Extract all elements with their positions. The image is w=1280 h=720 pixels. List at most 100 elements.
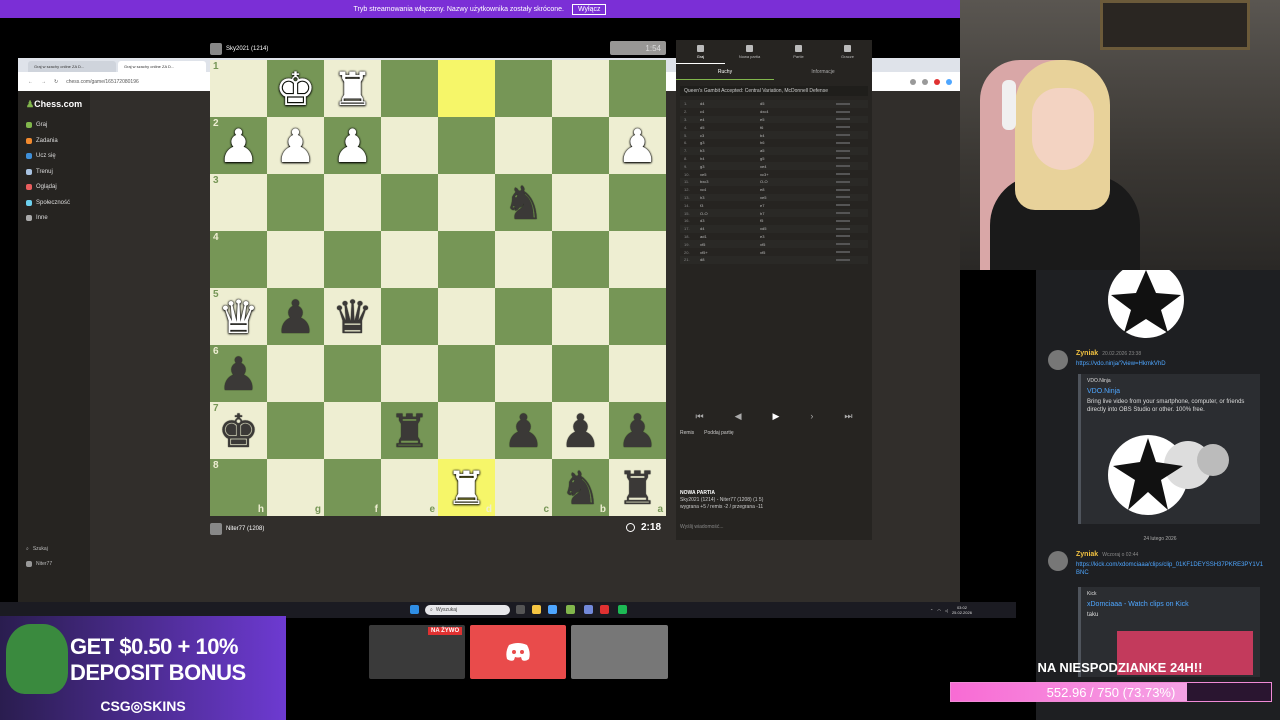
disable-streaming-button[interactable]: Wyłącz (571, 3, 607, 15)
embed-title[interactable]: xDomciaaa - Watch clips on Kick (1087, 601, 1254, 608)
move-san[interactable]: xe4 (756, 164, 816, 169)
board-square[interactable]: 1 (210, 60, 267, 117)
move-san[interactable]: g5 (756, 156, 816, 161)
black-pawn-icon[interactable]: ♟ (560, 408, 601, 454)
obs-icon[interactable] (600, 605, 609, 614)
tray-arrow-icon[interactable]: ⌃ (930, 608, 933, 613)
task-view-icon[interactable] (516, 605, 525, 614)
board-square[interactable] (267, 402, 324, 459)
black-pawn-icon[interactable]: ♟ (275, 294, 316, 340)
avatar[interactable] (1048, 350, 1068, 370)
move-san[interactable]: h4 (694, 156, 756, 161)
tab-info[interactable]: Informacje (774, 66, 872, 80)
black-king-icon[interactable]: ♚ (218, 408, 259, 454)
extension-icon[interactable] (934, 78, 940, 85)
board-square[interactable] (495, 288, 552, 345)
move-san[interactable]: h7 (756, 211, 816, 216)
move-san[interactable]: d5 (694, 125, 756, 130)
move-san[interactable]: e7 (756, 203, 816, 208)
extension-icon[interactable] (910, 78, 916, 85)
first-move-icon[interactable]: ⏮ (695, 411, 703, 422)
discord-icon[interactable] (584, 605, 593, 614)
board-square[interactable]: f (324, 459, 381, 516)
wifi-icon[interactable]: ◠ (937, 608, 941, 613)
message-link[interactable]: https://kick.com/xdomciaaa/clips/clip_01… (1076, 562, 1266, 578)
board-square[interactable] (609, 231, 666, 288)
next-move-icon[interactable]: › (810, 411, 813, 421)
chess-logo[interactable]: ♟Chess.com (26, 99, 82, 110)
board-square[interactable] (324, 174, 381, 231)
white-pawn-icon[interactable]: ♟ (332, 123, 373, 169)
board-square[interactable]: 7 ♚ (210, 402, 267, 459)
avatar[interactable] (1048, 551, 1068, 571)
white-rook-icon[interactable]: ♜ (446, 465, 487, 511)
move-san[interactable]: e5 (756, 117, 816, 122)
board-square[interactable] (609, 60, 666, 117)
board-square[interactable]: ♛ (324, 288, 381, 345)
sidebar-item-4[interactable]: Oglądaj (26, 181, 86, 193)
move-san[interactable]: xe5 (756, 195, 816, 200)
windows-start-icon[interactable] (410, 605, 419, 614)
board-square[interactable]: 3 (210, 174, 267, 231)
board-square[interactable]: ♜ (324, 60, 381, 117)
board-square[interactable]: ♟ (609, 402, 666, 459)
reload-icon[interactable]: ↻ (54, 79, 58, 85)
board-square[interactable]: ♜ (381, 402, 438, 459)
board-square[interactable]: 6 ♟ (210, 345, 267, 402)
move-san[interactable]: g3 (694, 140, 756, 145)
board-square[interactable]: 4 (210, 231, 267, 288)
play-icon[interactable]: ▶ (772, 411, 779, 422)
avatar[interactable] (210, 523, 222, 535)
message-author[interactable]: Zyniak 20.02.2026 23:38 (1076, 350, 1141, 357)
board-square[interactable]: d ♜ (438, 459, 495, 516)
sidebar-user[interactable]: Niter77 (26, 561, 52, 567)
white-king-icon[interactable]: ♚ (275, 66, 316, 112)
sidebar-item-0[interactable]: Graj (26, 119, 86, 131)
sidebar-item-5[interactable]: Społeczność (26, 197, 86, 209)
move-san[interactable]: b4 (756, 133, 816, 138)
volume-icon[interactable]: ◁ (945, 608, 948, 613)
prev-move-icon[interactable]: ◀ (735, 411, 742, 422)
board-square[interactable] (438, 231, 495, 288)
clock[interactable]: 03:02 25.02.2026 (952, 605, 972, 615)
move-san[interactable]: f5 (756, 218, 816, 223)
embed-title[interactable]: VDO.Ninja (1087, 388, 1254, 395)
message-author[interactable]: Zyniak Wczoraj o 02:44 (1076, 551, 1138, 558)
move-san[interactable]: f3 (694, 203, 756, 208)
board-square[interactable] (267, 231, 324, 288)
sidebar-item-3[interactable]: Trenuj (26, 166, 86, 178)
board-square[interactable] (609, 174, 666, 231)
browser-tab-active[interactable]: Graj w szachy online ZA D... (118, 61, 206, 72)
board-square[interactable] (438, 288, 495, 345)
bottom-player-name[interactable]: Niter77 (1208) (226, 526, 264, 532)
move-san[interactable]: O-O (694, 211, 756, 216)
board-square[interactable]: 2 ♟ (210, 117, 267, 174)
board-square[interactable] (552, 117, 609, 174)
board-square[interactable] (552, 231, 609, 288)
extension-icon[interactable] (922, 78, 928, 85)
board-square[interactable] (381, 117, 438, 174)
move-san[interactable]: d3 (694, 218, 756, 223)
board-square[interactable] (495, 231, 552, 288)
black-knight-icon[interactable]: ♞ (560, 465, 601, 511)
taskbar-search[interactable]: ⌕ Wyszukaj (425, 605, 510, 615)
move-san[interactable]: e8 (756, 187, 816, 192)
board-square[interactable] (324, 345, 381, 402)
move-san[interactable]: e3 (756, 234, 816, 239)
board-square[interactable] (438, 60, 495, 117)
white-pawn-icon[interactable]: ♟ (617, 123, 658, 169)
board-square[interactable]: ♞ (495, 174, 552, 231)
url-field[interactable]: chess.com/game/165172080196 (66, 79, 139, 85)
avatar[interactable] (210, 43, 222, 55)
board-square[interactable] (438, 174, 495, 231)
board-square[interactable]: ♟ (609, 117, 666, 174)
chrome-icon[interactable] (548, 605, 557, 614)
board-square[interactable] (495, 345, 552, 402)
move-san[interactable]: f6 (756, 125, 816, 130)
move-san[interactable]: h6 (756, 140, 816, 145)
board-square[interactable] (609, 345, 666, 402)
tab-games[interactable]: Partie (774, 40, 823, 64)
board-square[interactable] (438, 117, 495, 174)
board-square[interactable] (381, 60, 438, 117)
move-san[interactable]: h3 (694, 195, 756, 200)
